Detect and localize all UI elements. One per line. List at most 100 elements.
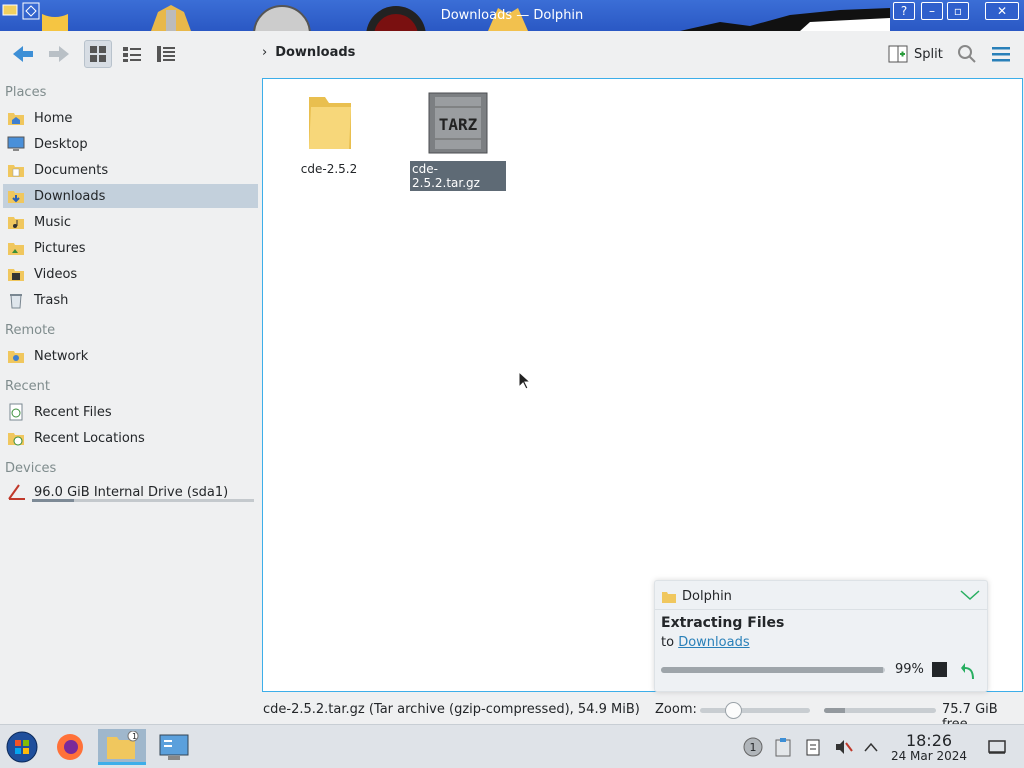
sidebar-item-label: Pictures: [34, 240, 86, 256]
split-button[interactable]: Split: [888, 44, 943, 64]
hamburger-menu-button[interactable]: [987, 40, 1015, 68]
klipper-notes-icon[interactable]: [803, 737, 823, 757]
sidebar-item-documents[interactable]: Documents: [3, 158, 258, 182]
window-titlebar[interactable]: Downloads — Dolphin ? – ▫ ✕: [0, 0, 1024, 31]
firefox-icon: [57, 734, 83, 760]
minimize-button[interactable]: –: [921, 2, 943, 20]
pictures-folder-icon: [7, 239, 25, 257]
taskbar-firefox[interactable]: [52, 729, 88, 765]
split-label: Split: [914, 46, 943, 62]
main-toolbar: › Downloads Split: [0, 31, 1024, 77]
maximize-button[interactable]: ▫: [947, 2, 969, 20]
details-view-button[interactable]: [152, 40, 180, 68]
destination-prefix: to: [661, 635, 675, 650]
digital-clock[interactable]: 18:26 24 Mar 2024: [888, 732, 970, 763]
file-item-archive[interactable]: TARZ cde-2.5.2.tar.gz: [410, 87, 506, 191]
notification-count-icon[interactable]: 1: [743, 737, 763, 757]
devices-section-header: Devices: [5, 461, 57, 476]
job-progress-popup: Dolphin Extracting Files to Downloads 99…: [654, 580, 988, 692]
sidebar-item-network[interactable]: Network: [3, 344, 258, 368]
zoom-label: Zoom:: [655, 702, 697, 717]
search-icon: [958, 45, 976, 63]
extraction-progress-fill: [661, 667, 883, 673]
split-view-icon: [888, 45, 908, 63]
clock-date: 24 Mar 2024: [890, 749, 968, 763]
stop-button[interactable]: [932, 662, 947, 677]
sidebar-item-label: 96.0 GiB Internal Drive (sda1): [34, 484, 229, 500]
breadcrumb-item-downloads[interactable]: Downloads: [275, 45, 355, 60]
grid-view-icon: [90, 46, 106, 62]
sidebar-item-music[interactable]: Music: [3, 210, 258, 234]
sidebar-item-label: Documents: [34, 162, 109, 178]
system-tray-expand-icon[interactable]: [861, 737, 881, 757]
network-icon: [7, 347, 25, 365]
sidebar-item-label: Downloads: [34, 188, 106, 204]
close-button[interactable]: ✕: [985, 2, 1019, 20]
svg-text:TARZ: TARZ: [439, 115, 478, 134]
music-folder-icon: [7, 213, 25, 231]
notification-count: 1: [749, 740, 757, 754]
undo-arrow-icon[interactable]: [960, 659, 978, 681]
places-section-header: Places: [5, 85, 47, 100]
breadcrumb[interactable]: › Downloads: [262, 45, 355, 60]
forward-arrow-icon: [49, 46, 69, 62]
start-orb-icon: [6, 731, 38, 763]
divider: [655, 609, 987, 610]
compact-view-icon: [123, 47, 141, 62]
folder-icon: [309, 97, 351, 149]
hamburger-menu-icon: [992, 47, 1010, 62]
icons-view-button[interactable]: [84, 40, 112, 68]
recent-files-icon: [7, 403, 25, 421]
clock-time: 18:26: [905, 731, 953, 750]
sidebar-item-label: Videos: [34, 266, 78, 282]
sidebar-item-label: Music: [34, 214, 71, 230]
volume-muted-icon[interactable]: [833, 737, 853, 757]
chevron-right-icon: ›: [262, 45, 268, 60]
recent-locations-icon: [7, 429, 25, 447]
drive-usage-fill: [32, 499, 75, 502]
taskbar-dolphin[interactable]: 1: [98, 729, 146, 765]
system-settings-icon: [159, 734, 189, 760]
status-bar: cde-2.5.2.tar.gz (Tar archive (gzip-comp…: [0, 697, 1024, 732]
sidebar-item-pictures[interactable]: Pictures: [3, 236, 258, 260]
sidebar-item-trash[interactable]: Trash: [3, 288, 258, 312]
taskbar-system-settings[interactable]: [156, 729, 192, 765]
free-space-fill: [824, 708, 846, 713]
sidebar-item-downloads[interactable]: Downloads: [3, 184, 258, 208]
clipboard-icon[interactable]: [773, 737, 793, 757]
sidebar-item-label: Recent Locations: [34, 430, 145, 446]
sidebar-item-label: Recent Files: [34, 404, 112, 420]
sidebar-item-desktop[interactable]: Desktop: [3, 132, 258, 156]
sidebar-item-recent-locations[interactable]: Recent Locations: [3, 426, 258, 450]
window-count-badge: 1: [132, 732, 138, 741]
sidebar-item-label: Home: [34, 110, 73, 126]
back-button[interactable]: [10, 40, 38, 68]
downloads-folder-icon: [7, 187, 25, 205]
notification-title: Extracting Files: [661, 615, 785, 631]
forward-button[interactable]: [44, 40, 72, 68]
mouse-cursor-icon: [518, 371, 532, 390]
tar-archive-icon: TARZ: [428, 92, 488, 154]
help-button[interactable]: ?: [893, 2, 915, 20]
sidebar-item-home[interactable]: Home: [3, 106, 258, 130]
destination-link[interactable]: Downloads: [678, 635, 749, 650]
recent-section-header: Recent: [5, 379, 50, 394]
sidebar-item-label: Desktop: [34, 136, 88, 152]
notification-destination: to Downloads: [661, 635, 750, 650]
drive-usage-bar: [32, 499, 254, 502]
sidebar-item-videos[interactable]: Videos: [3, 262, 258, 286]
selection-info: cde-2.5.2.tar.gz (Tar archive (gzip-comp…: [263, 702, 640, 717]
back-arrow-icon: [13, 46, 33, 62]
search-button[interactable]: [953, 40, 981, 68]
documents-folder-icon: [7, 161, 25, 179]
sidebar-item-recent-files[interactable]: Recent Files: [3, 400, 258, 424]
progress-percent: 99%: [895, 662, 924, 677]
zoom-slider[interactable]: [700, 702, 810, 719]
chevron-down-icon[interactable]: [959, 587, 981, 603]
file-item-folder[interactable]: cde-2.5.2: [281, 87, 377, 177]
show-desktop-icon[interactable]: [987, 737, 1007, 757]
application-launcher[interactable]: [4, 729, 40, 765]
dolphin-app-icon: [662, 591, 676, 603]
zoom-slider-handle[interactable]: [725, 702, 742, 719]
compact-view-button[interactable]: [118, 40, 146, 68]
